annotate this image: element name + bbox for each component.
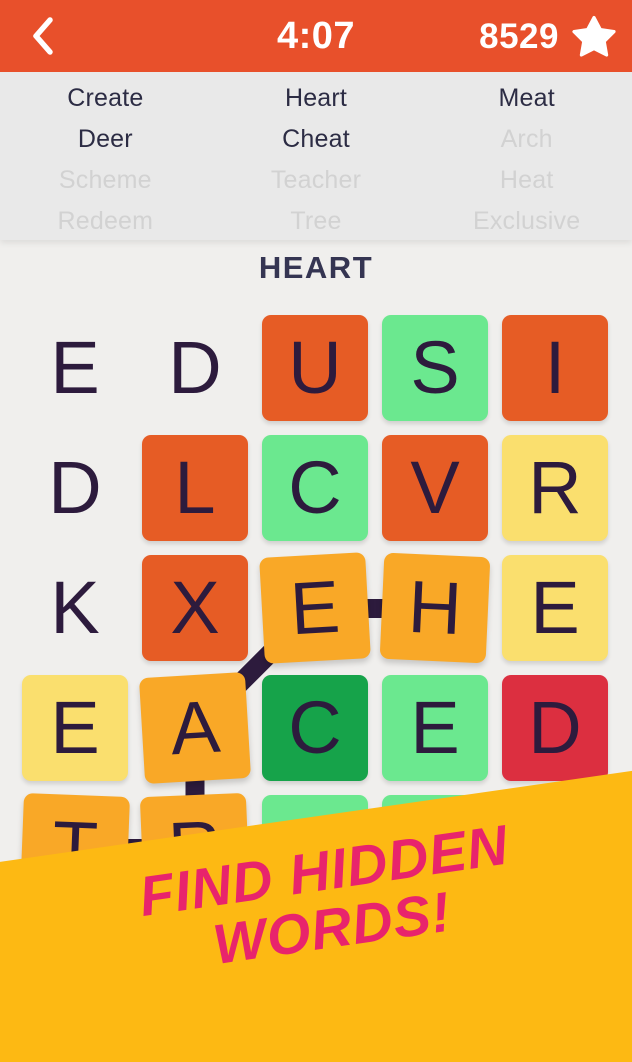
grid-cell-3-3[interactable]: E <box>259 552 371 664</box>
game-screen: 4:07 8529 Create Heart Meat Deer Cheat A… <box>0 0 632 1062</box>
grid-cell-letter: D <box>168 326 222 409</box>
word-list-panel: Create Heart Meat Deer Cheat Arch Scheme… <box>0 72 632 240</box>
grid-cell-letter: X <box>170 566 220 649</box>
grid-cell-letter: E <box>410 686 460 769</box>
grid-cell-letter: C <box>288 446 342 529</box>
word-item-redeem: Redeem <box>57 207 154 235</box>
word-item-deer: Deer <box>77 125 133 153</box>
word-item-heart: Heart <box>284 84 348 112</box>
word-item-arch: Arch <box>500 125 553 153</box>
grid-cell-4-5[interactable]: D <box>502 675 608 781</box>
grid-cell-2-1[interactable]: D <box>22 435 128 541</box>
word-item-heat: Heat <box>499 166 554 194</box>
word-item-tree: Tree <box>290 207 342 235</box>
grid-cell-4-2[interactable]: A <box>138 671 252 785</box>
grid-cell-4-4[interactable]: E <box>382 675 488 781</box>
grid-cell-1-5[interactable]: I <box>502 315 608 421</box>
grid-cell-letter: C <box>288 686 342 769</box>
grid-cell-letter: E <box>50 326 100 409</box>
grid-cell-2-3[interactable]: C <box>262 435 368 541</box>
grid-cell-letter: E <box>50 686 100 769</box>
grid-cell-3-2[interactable]: X <box>142 555 248 661</box>
grid-cell-1-2[interactable]: D <box>142 315 248 421</box>
grid-cell-2-2[interactable]: L <box>142 435 248 541</box>
grid-cell-letter: H <box>406 564 464 651</box>
grid-cell-3-5[interactable]: E <box>502 555 608 661</box>
grid-cell-letter: R <box>528 446 582 529</box>
word-item-scheme: Scheme <box>58 166 152 194</box>
grid-cell-3-4[interactable]: H <box>379 552 491 664</box>
grid-cell-letter: K <box>50 566 100 649</box>
word-list-row: Create Heart Meat <box>0 78 632 119</box>
grid-cell-letter: I <box>544 326 566 409</box>
grid-cell-letter: U <box>288 326 342 409</box>
grid-cell-1-1[interactable]: E <box>22 315 128 421</box>
grid-cell-letter: D <box>528 686 582 769</box>
score-group[interactable]: 8529 <box>479 0 616 72</box>
grid-cell-1-4[interactable]: S <box>382 315 488 421</box>
grid-cell-2-5[interactable]: R <box>502 435 608 541</box>
top-bar: 4:07 8529 <box>0 0 632 72</box>
word-item-exclusive: Exclusive <box>472 207 581 235</box>
grid-cell-letter: E <box>288 564 342 651</box>
word-item-teacher: Teacher <box>270 166 362 194</box>
grid-cell-letter: S <box>410 326 460 409</box>
score-value: 8529 <box>479 16 559 56</box>
word-item-create: Create <box>67 84 144 112</box>
current-word-display: HEART <box>258 250 374 285</box>
grid-cell-letter: V <box>410 446 460 529</box>
grid-cell-4-3[interactable]: C <box>262 675 368 781</box>
word-item-cheat: Cheat <box>282 125 350 153</box>
word-list-row: Scheme Teacher Heat <box>0 160 632 201</box>
word-list-row: Redeem Tree Exclusive <box>0 201 632 242</box>
grid-cell-letter: D <box>48 446 102 529</box>
grid-cell-letter: E <box>530 566 580 649</box>
grid-cell-2-4[interactable]: V <box>382 435 488 541</box>
star-icon <box>572 15 616 57</box>
word-list-row: Deer Cheat Arch <box>0 119 632 160</box>
grid-cell-1-3[interactable]: U <box>262 315 368 421</box>
word-item-meat: Meat <box>498 84 555 112</box>
grid-cell-4-1[interactable]: E <box>22 675 128 781</box>
grid-cell-letter: A <box>167 684 223 771</box>
grid-cell-3-1[interactable]: K <box>22 555 128 661</box>
grid-cell-letter: L <box>174 446 216 529</box>
